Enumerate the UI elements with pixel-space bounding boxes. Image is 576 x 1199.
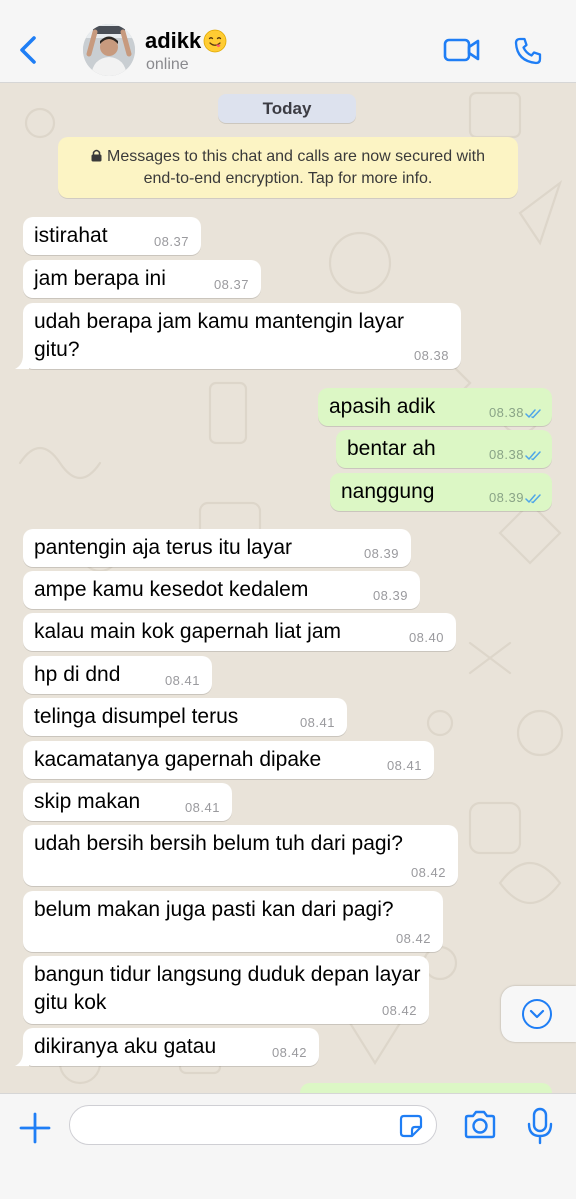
message-time: 08.41	[164, 673, 200, 688]
message-text: ampe kamu kesedot kedalem	[34, 578, 309, 601]
lock-icon	[91, 149, 102, 162]
message-text: istirahat	[34, 224, 108, 247]
plus-icon[interactable]	[18, 1111, 52, 1145]
message-bubble-out[interactable]: apasih adik 08.38	[318, 388, 552, 426]
message-bubble-in[interactable]: pantengin aja terus itu layar 08.39	[23, 529, 411, 567]
camera-icon[interactable]	[463, 1110, 497, 1140]
message-bubble-in[interactable]: telinga disumpel terus 08.41	[23, 698, 347, 736]
message-time: 08.39	[372, 588, 408, 603]
message-time: 08.41	[299, 715, 335, 730]
message-time: 08.41	[386, 758, 422, 773]
message-bubble-out[interactable]: nanggung 08.39	[330, 473, 552, 511]
encryption-notice[interactable]: Messages to this chat and calls are now …	[58, 137, 518, 198]
message-bubble-in[interactable]: belum makan juga pasti kan dari pagi? 08…	[23, 891, 443, 952]
message-bubble-in[interactable]: dikiranya aku gatau 08.42	[15, 1028, 319, 1066]
message-text: bentar ah	[347, 437, 436, 460]
message-bubble-in[interactable]: kalau main kok gapernah liat jam 08.40	[23, 613, 456, 651]
message-text: apasih adik	[329, 395, 436, 418]
message-time: 08.42	[381, 1003, 417, 1018]
message-bubble-in[interactable]: istirahat 08.37	[23, 217, 201, 255]
video-camera-icon[interactable]	[443, 36, 481, 64]
message-text: hp di dnd	[34, 663, 121, 686]
message-time: 08.37	[213, 277, 249, 292]
message-text: bangun tidur langsung duduk depan layar …	[34, 963, 421, 1014]
bubble-tail	[15, 1052, 29, 1066]
message-text: telinga disumpel terus	[34, 705, 239, 728]
composer-bar	[0, 1093, 576, 1199]
phone-icon[interactable]	[513, 36, 543, 66]
avatar[interactable]	[83, 24, 135, 76]
message-text: udah bersih bersih belum tuh dari pagi?	[34, 832, 403, 855]
chevron-left-icon[interactable]	[10, 30, 46, 70]
message-text: dikiranya aku gatau	[34, 1035, 217, 1058]
contact-name-text: adikk	[145, 28, 202, 53]
message-bubble-out-partial	[300, 1083, 552, 1093]
double-check-icon	[525, 409, 541, 419]
message-bubble-in[interactable]: bangun tidur langsung duduk depan layar …	[23, 956, 429, 1024]
message-text: nanggung	[341, 480, 435, 503]
message-text: kalau main kok gapernah liat jam	[34, 620, 342, 643]
encryption-text: Messages to this chat and calls are now …	[107, 148, 485, 187]
message-time: 08.38	[488, 405, 524, 420]
message-time: 08.39	[488, 490, 524, 505]
sticker-icon[interactable]	[399, 1114, 423, 1138]
message-bubble-in[interactable]: ampe kamu kesedot kedalem 08.39	[23, 571, 420, 609]
microphone-icon[interactable]	[526, 1107, 554, 1145]
message-time: 08.40	[408, 630, 444, 645]
chat-area[interactable]: Today Messages to this chat and calls ar…	[0, 83, 576, 1093]
contact-status: online	[146, 56, 189, 73]
bubble-tail	[15, 355, 29, 369]
message-time: 08.37	[153, 234, 189, 249]
message-text: skip makan	[34, 790, 141, 813]
message-text: udah berapa jam kamu mantengin layar git…	[34, 310, 405, 361]
message-text: jam berapa ini	[34, 267, 166, 290]
message-bubble-in[interactable]: kacamatanya gapernah dipake 08.41	[23, 741, 434, 779]
message-time: 08.38	[488, 447, 524, 462]
message-time: 08.41	[184, 800, 220, 815]
message-time: 08.38	[413, 348, 449, 363]
message-bubble-in[interactable]: hp di dnd 08.41	[23, 656, 212, 694]
scroll-to-bottom-button[interactable]	[501, 986, 576, 1042]
chat-header: adikk online	[0, 0, 576, 83]
message-time: 08.39	[363, 546, 399, 561]
chevron-down-icon	[522, 999, 552, 1029]
message-bubble-in[interactable]: udah bersih bersih belum tuh dari pagi? …	[23, 825, 458, 886]
smiling-face-emoji	[203, 29, 227, 53]
message-text: kacamatanya gapernah dipake	[34, 748, 322, 771]
message-text: belum makan juga pasti kan dari pagi?	[34, 898, 394, 921]
message-input[interactable]	[69, 1105, 437, 1145]
message-bubble-in[interactable]: skip makan 08.41	[23, 783, 232, 821]
message-bubble-out[interactable]: bentar ah 08.38	[336, 430, 552, 468]
message-time: 08.42	[395, 931, 431, 946]
contact-name[interactable]: adikk	[145, 28, 227, 54]
message-time: 08.42	[271, 1045, 307, 1060]
message-bubble-in[interactable]: udah berapa jam kamu mantengin layar git…	[15, 303, 461, 369]
message-time: 08.42	[410, 865, 446, 880]
date-divider: Today	[218, 94, 356, 123]
message-bubble-in[interactable]: jam berapa ini 08.37	[23, 260, 261, 298]
double-check-icon	[525, 494, 541, 504]
message-text: pantengin aja terus itu layar	[34, 536, 292, 559]
double-check-icon	[525, 451, 541, 461]
